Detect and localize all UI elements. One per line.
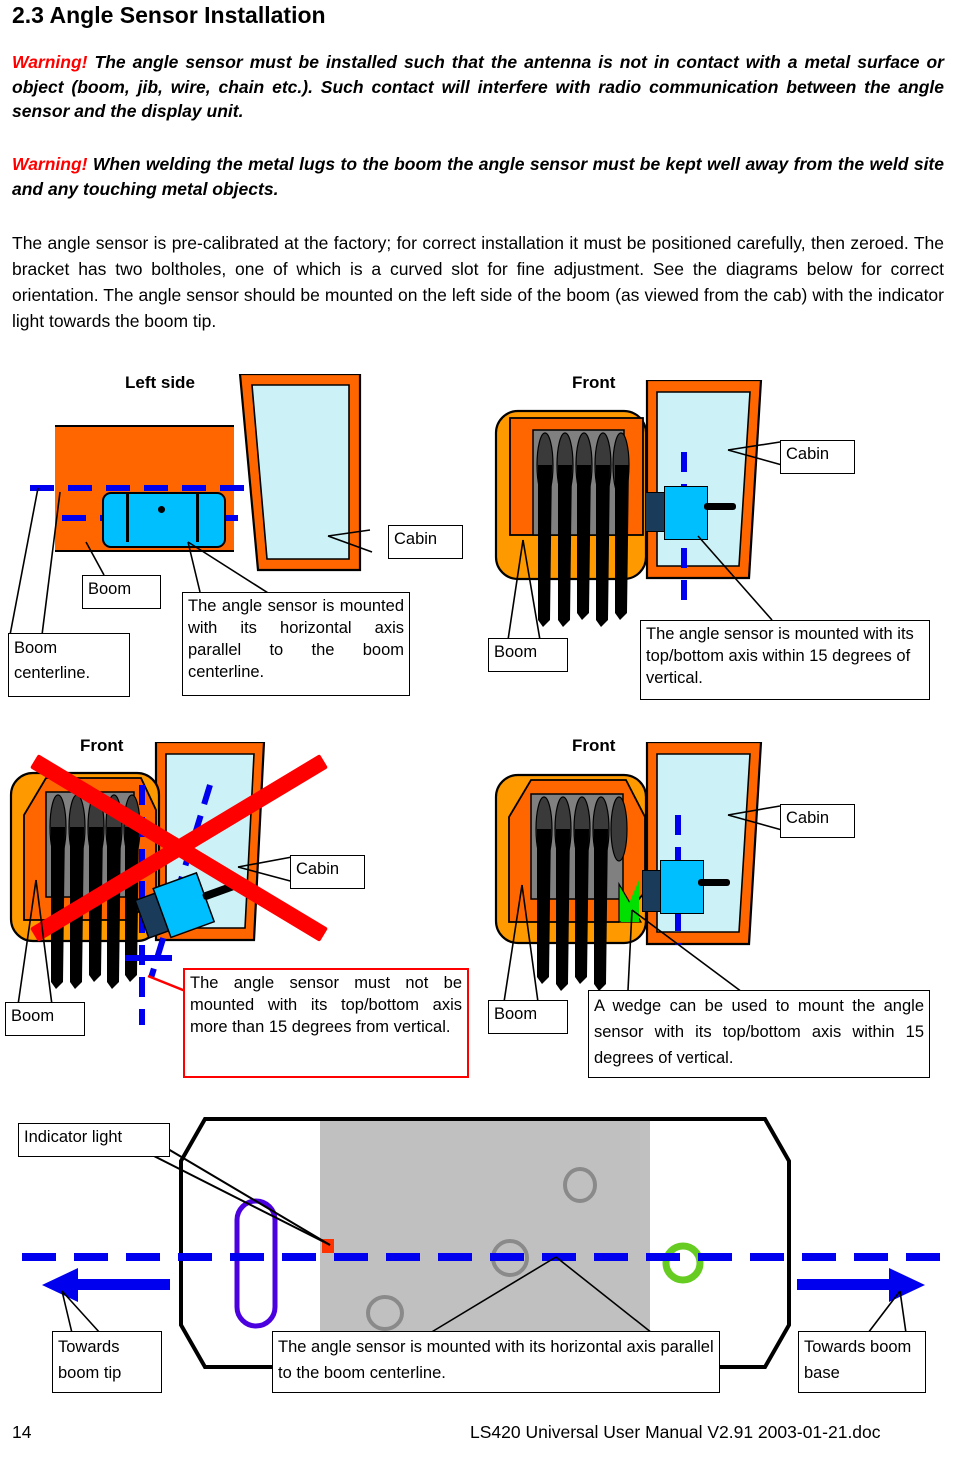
callout-cabin: Cabin bbox=[780, 804, 855, 838]
warning-label: Warning! bbox=[12, 52, 88, 72]
callout-cabin: Cabin bbox=[290, 855, 365, 889]
warning-paragraph-2: Warning! When welding the metal lugs to … bbox=[12, 152, 944, 201]
callout-cabin-text: Cabin bbox=[394, 530, 438, 548]
diagram-front-wedge: Front Cabin Boom A wedge can be used to … bbox=[480, 730, 955, 1095]
callout-sensor-note: The angle sensor is mounted with its top… bbox=[640, 620, 930, 700]
callout-boom: Boom bbox=[488, 638, 568, 672]
diagram-sensor-plan: Indicator light Towards boom tip Towards… bbox=[0, 1105, 955, 1405]
callout-cabin: Cabin bbox=[780, 440, 855, 474]
warning-1-text: The angle sensor must be installed such … bbox=[12, 52, 944, 121]
warning-2-text: When welding the metal lugs to the boom … bbox=[12, 154, 944, 199]
page-title: 2.3 Angle Sensor Installation bbox=[12, 2, 326, 28]
warning-paragraph-1: Warning! The angle sensor must be instal… bbox=[12, 50, 944, 124]
callout-boom-text: Boom bbox=[88, 580, 132, 598]
cabin-shape bbox=[238, 374, 362, 572]
sensor-center-dot bbox=[158, 506, 165, 513]
callout-cabin: Cabin bbox=[388, 525, 463, 559]
sensor-seam-left bbox=[126, 494, 129, 542]
boom-centerline-upper bbox=[30, 485, 245, 491]
diagram1-view-label: Left side bbox=[125, 373, 195, 392]
body-paragraph: The angle sensor is pre-calibrated at th… bbox=[12, 233, 944, 331]
wedge-shape bbox=[621, 880, 639, 922]
callout-sensor-note: The angle sensor is mounted with its hor… bbox=[182, 592, 410, 696]
callout-sensor-note-text: The angle sensor is mounted with its hor… bbox=[188, 597, 404, 681]
callout-boom-text: Boom bbox=[494, 1005, 538, 1023]
callout-cabin-text: Cabin bbox=[786, 809, 830, 827]
footer-document-name: LS420 Universal User Manual V2.91 2003-0… bbox=[470, 1422, 881, 1442]
boom-centerline bbox=[22, 1253, 942, 1261]
callout-plan-note-text: The angle sensor is mounted with its hor… bbox=[278, 1338, 714, 1382]
boom-shape bbox=[494, 409, 648, 627]
footer-page-number: 14 bbox=[12, 1422, 32, 1442]
callout-boom: Boom bbox=[5, 1002, 85, 1036]
diagram4-view-label: Front bbox=[572, 736, 616, 755]
callout-boom-centerline: Boom centerline. bbox=[8, 633, 130, 697]
callout-sensor-note-text: The angle sensor is mounted with its top… bbox=[646, 625, 914, 687]
callout-cabin-text: Cabin bbox=[296, 860, 340, 878]
callout-sensor-warning: The angle sensor must not be mounted wit… bbox=[183, 968, 469, 1078]
sensor-seam-right bbox=[196, 494, 199, 542]
callout-towards-boom-base: Towards boom base bbox=[798, 1331, 926, 1393]
callout-cabin-text: Cabin bbox=[786, 445, 830, 463]
callout-boom-text: Boom bbox=[494, 643, 538, 661]
document-page: 2.3 Angle Sensor Installation Warning! T… bbox=[0, 0, 955, 1461]
callout-towards-boom-base-text: Towards boom base bbox=[804, 1338, 912, 1382]
angle-sensor-shape bbox=[660, 860, 704, 914]
callout-plan-note: The angle sensor is mounted with its hor… bbox=[272, 1331, 720, 1393]
callout-towards-boom-tip-text: Towards boom tip bbox=[58, 1338, 122, 1382]
diagram-front-correct: Front Cabin Boom The angle sensor is mou… bbox=[480, 370, 955, 730]
callout-boom-centerline-text: Boom centerline. bbox=[14, 639, 91, 682]
diagram3-view-label: Front bbox=[80, 736, 124, 755]
callout-boom: Boom bbox=[488, 1000, 568, 1034]
callout-wedge-note: A wedge can be used to mount the angle s… bbox=[588, 990, 930, 1078]
sensor-antenna bbox=[698, 879, 730, 886]
diagram2-view-label: Front bbox=[572, 373, 616, 392]
diagram-left-side: Left side Cabin Boom Boom centerline. Th… bbox=[0, 370, 480, 730]
callout-boom-text: Boom bbox=[11, 1007, 55, 1025]
indicator-light-marker bbox=[322, 1239, 334, 1253]
callout-indicator-light-text: Indicator light bbox=[24, 1128, 123, 1146]
diagram-front-incorrect: Front Cabin Boom The angle sensor must n… bbox=[0, 730, 480, 1095]
sensor-antenna bbox=[704, 503, 736, 510]
callout-boom: Boom bbox=[82, 575, 161, 609]
warning-label: Warning! bbox=[12, 154, 88, 174]
angle-sensor-shape bbox=[102, 492, 226, 548]
angle-sensor-shape bbox=[664, 486, 708, 540]
callout-towards-boom-tip: Towards boom tip bbox=[52, 1331, 162, 1393]
callout-wedge-note-text: A wedge can be used to mount the angle s… bbox=[594, 997, 924, 1067]
callout-indicator-light: Indicator light bbox=[18, 1123, 170, 1157]
callout-sensor-warning-text: The angle sensor must not be mounted wit… bbox=[190, 974, 462, 1036]
